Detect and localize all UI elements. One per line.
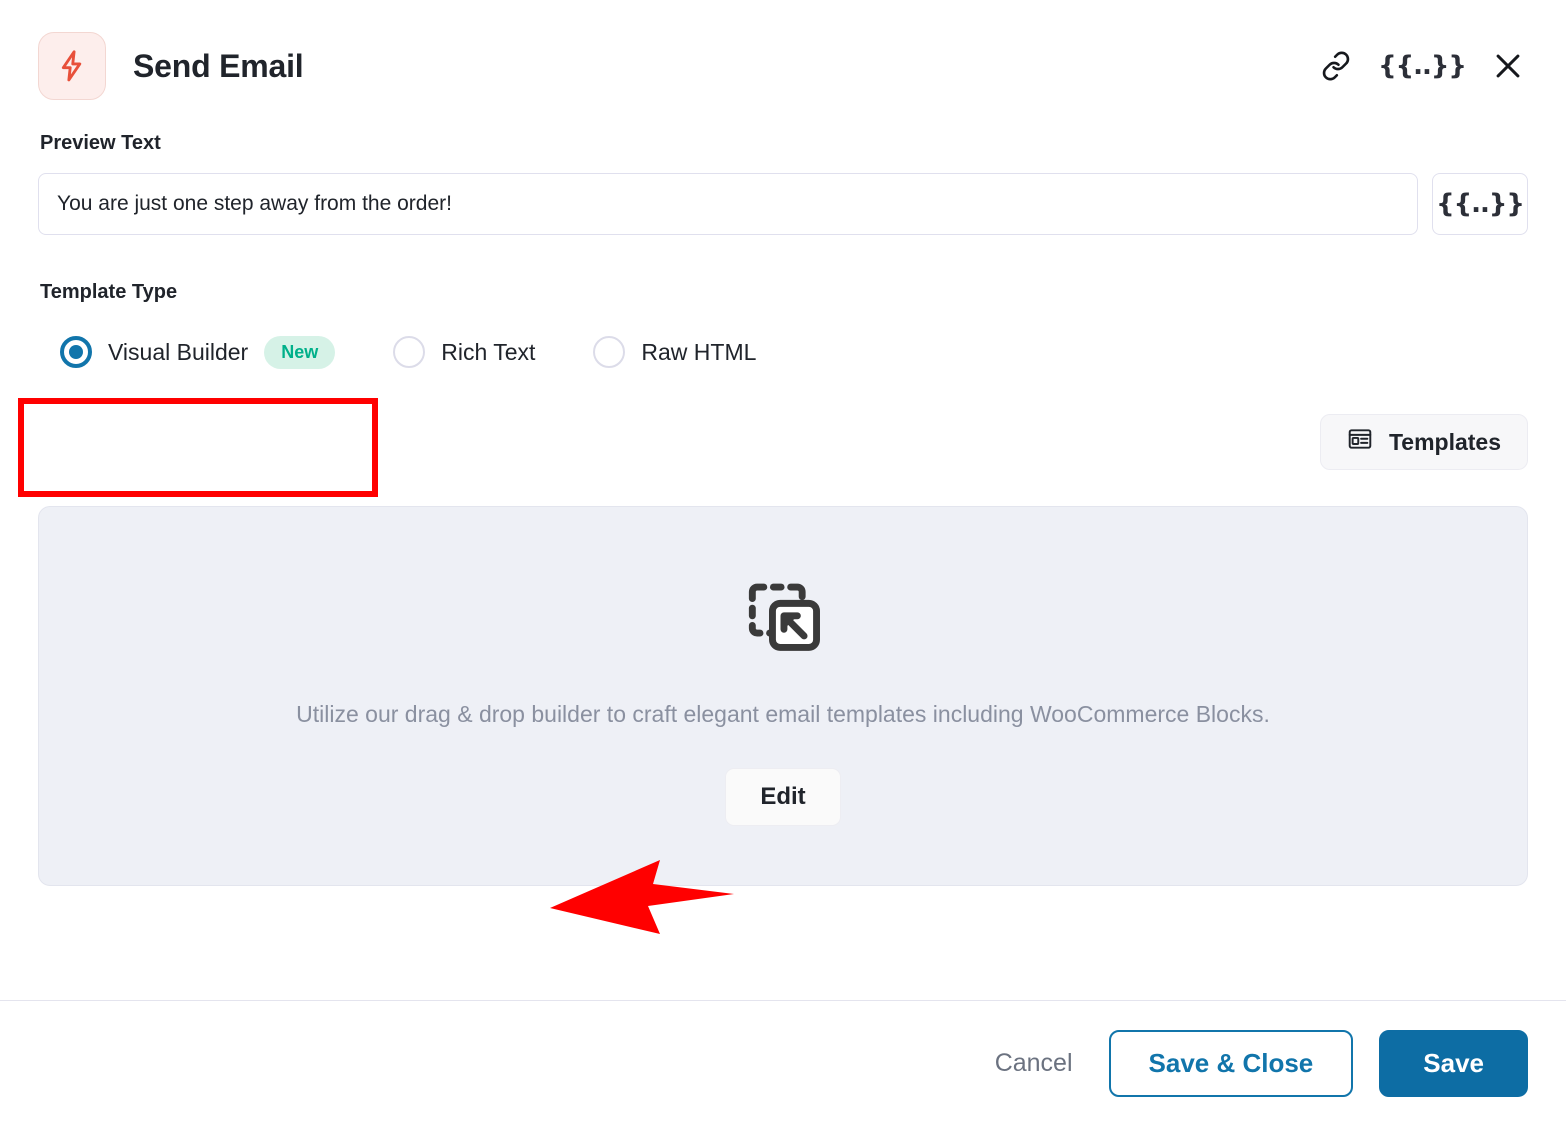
save-and-close-button[interactable]: Save & Close <box>1108 1030 1354 1097</box>
close-icon[interactable] <box>1488 46 1528 86</box>
lightning-bolt-icon <box>38 32 106 100</box>
preview-text-row: {{..}} <box>38 173 1528 235</box>
radio-option-rich-text[interactable]: Rich Text <box>393 336 535 368</box>
dialog-footer: Cancel Save & Close Save <box>0 1000 1566 1126</box>
radio-option-raw-html[interactable]: Raw HTML <box>593 336 756 368</box>
drag-drop-icon <box>737 566 829 663</box>
page-title: Send Email <box>133 47 304 84</box>
preview-text-section: Preview Text {{..}} <box>38 132 1528 235</box>
dialog-body: Preview Text {{..}} Template Type Visual… <box>0 132 1566 1000</box>
template-layout-icon <box>1347 426 1373 458</box>
new-badge: New <box>264 335 336 369</box>
merge-tag-glyph: {{..}} <box>1436 189 1525 219</box>
merge-tag-icon[interactable]: {{..}} <box>1378 46 1467 86</box>
edit-button[interactable]: Edit <box>725 768 841 826</box>
radio-option-visual-builder[interactable]: Visual Builder New <box>60 335 336 369</box>
link-icon[interactable] <box>1316 46 1356 86</box>
builder-description: Utilize our drag & drop builder to craft… <box>296 701 1270 727</box>
radio-indicator-raw-html[interactable] <box>593 336 626 368</box>
templates-button-label: Templates <box>1388 428 1501 455</box>
radio-label-raw-html: Raw HTML <box>641 338 757 365</box>
header-actions: {{..}} <box>1316 46 1528 86</box>
radio-label-rich-text: Rich Text <box>441 338 536 365</box>
templates-row: Templates <box>38 414 1528 470</box>
preview-text-input[interactable] <box>38 173 1418 235</box>
radio-label-visual-builder: Visual Builder <box>108 338 249 365</box>
cancel-button[interactable]: Cancel <box>985 1035 1083 1092</box>
visual-builder-panel: Utilize our drag & drop builder to craft… <box>38 506 1528 886</box>
preview-merge-tag-button[interactable]: {{..}} <box>1432 173 1528 235</box>
radio-indicator-rich-text[interactable] <box>393 336 426 368</box>
merge-tag-glyph: {{..}} <box>1378 51 1467 81</box>
template-type-label: Template Type <box>40 281 178 303</box>
save-button[interactable]: Save <box>1379 1030 1528 1097</box>
radio-indicator-visual-builder[interactable] <box>60 336 92 368</box>
preview-text-label: Preview Text <box>40 132 161 154</box>
template-type-section: Template Type Visual Builder New Rich Te… <box>38 281 1528 382</box>
templates-button[interactable]: Templates <box>1319 414 1528 470</box>
template-type-radio-group: Visual Builder New Rich Text Raw HTML <box>38 322 1528 382</box>
dialog-header: Send Email {{..}} <box>0 0 1566 132</box>
